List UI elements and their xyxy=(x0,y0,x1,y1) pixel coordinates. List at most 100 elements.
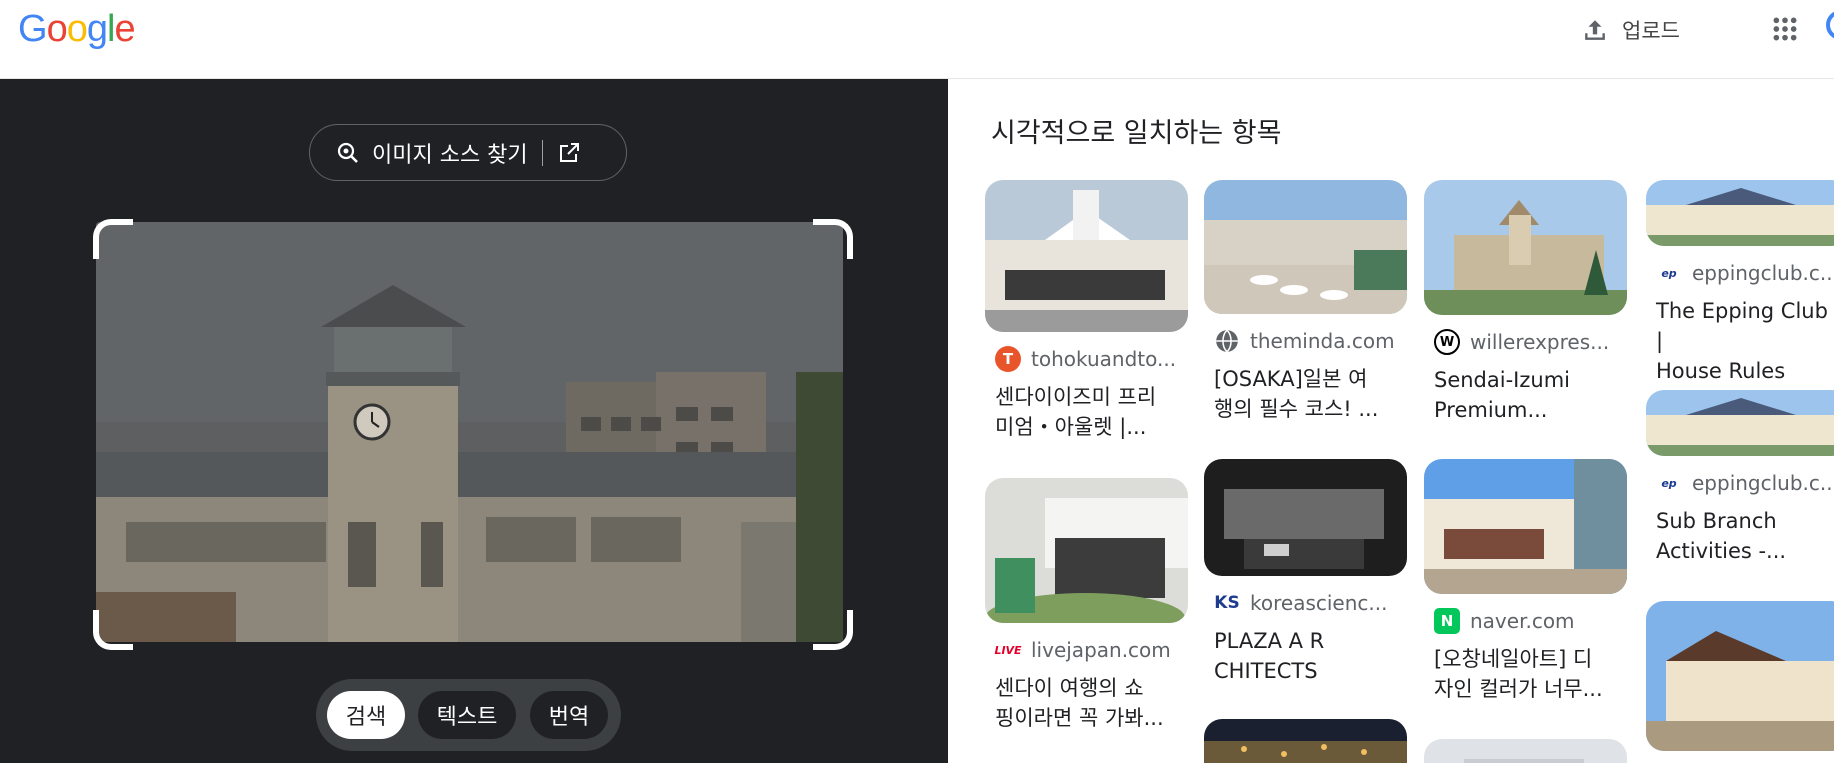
result-title-line: Sub Branch xyxy=(1656,509,1777,533)
result-title-line: PLAZA A R xyxy=(1214,629,1325,653)
result-title-line: 센다이 여행의 쇼 xyxy=(995,676,1144,700)
result-title[interactable]: PLAZA A R CHITECTS xyxy=(1214,626,1397,686)
lens-search-icon xyxy=(337,142,358,163)
lens-image-pane: 이미지 소스 찾기 검색 텍스트 번역 xyxy=(0,79,948,763)
result-title-line: 핑이라면 꼭 가봐... xyxy=(995,706,1164,730)
result-image xyxy=(985,180,1188,332)
result-title[interactable]: [OSAKA]일본 여 행의 필수 코스! ... xyxy=(1214,364,1397,424)
result-title-line: The Epping Club | xyxy=(1656,299,1828,353)
logo-letter: g xyxy=(86,8,108,50)
result-card[interactable]: W willerexpres... Sendai-Izumi Premium..… xyxy=(1424,180,1627,425)
result-card[interactable]: ep eppingclub.c... Sub Branch Activities… xyxy=(1646,390,1834,566)
result-thumbnail[interactable] xyxy=(985,180,1188,332)
result-title-line: 센다이이즈미 프리 xyxy=(995,385,1157,409)
result-title-line: 자인 컬러가 너무... xyxy=(1434,677,1603,701)
result-image xyxy=(1646,390,1834,456)
selected-image-region[interactable] xyxy=(96,222,843,642)
result-source: LIVE livejapan.com xyxy=(994,637,1188,663)
result-source-label: tohokuandto... xyxy=(1031,347,1177,371)
crop-handle-top-left[interactable] xyxy=(93,219,133,259)
result-source-label: eppingclub.c... xyxy=(1692,471,1834,495)
result-image xyxy=(1424,180,1627,315)
naver-favicon-icon: N xyxy=(1434,608,1460,634)
result-title-line: [OSAKA]일본 여 xyxy=(1214,367,1368,391)
results-pane: 시각적으로 일치하는 항목 T tohokuandto... 센다이이즈미 프리… xyxy=(949,79,1834,763)
logo-letter: o xyxy=(66,8,88,50)
result-thumbnail[interactable] xyxy=(1204,459,1407,576)
google-logo[interactable]: Google xyxy=(18,8,136,51)
find-image-source-label: 이미지 소스 찾기 xyxy=(372,142,528,168)
result-card[interactable]: KS koreascienc... PLAZA A R CHITECTS xyxy=(1204,459,1407,686)
mode-search-button[interactable]: 검색 xyxy=(327,691,405,739)
result-title[interactable]: Sub Branch Activities -... xyxy=(1656,506,1834,566)
result-source-label: koreascienc... xyxy=(1250,591,1388,615)
willer-favicon-icon: W xyxy=(1434,329,1460,355)
result-card[interactable]: N naver.com [오창네일아트] 디 자인 컬러가 너무... xyxy=(1424,459,1627,704)
result-thumbnail[interactable] xyxy=(1424,459,1627,594)
result-thumbnail[interactable] xyxy=(1204,180,1407,314)
result-title[interactable]: 센다이 여행의 쇼 핑이라면 꼭 가봐... xyxy=(995,673,1178,733)
result-title[interactable]: [오창네일아트] 디 자인 컬러가 너무... xyxy=(1434,644,1617,704)
crop-handle-top-right[interactable] xyxy=(813,219,853,259)
result-title-line: Sendai-Izumi xyxy=(1434,368,1570,392)
result-thumbnail[interactable] xyxy=(1424,180,1627,315)
find-image-source-button[interactable]: 이미지 소스 찾기 xyxy=(309,124,627,181)
result-title[interactable]: The Epping Club | House Rules xyxy=(1656,296,1834,386)
mode-text-button[interactable]: 텍스트 xyxy=(418,691,516,739)
result-thumbnail[interactable] xyxy=(1424,739,1627,763)
result-image xyxy=(1204,459,1407,576)
globe-icon xyxy=(1216,329,1238,353)
result-title-line: CHITECTS xyxy=(1214,659,1318,683)
open-in-new-icon[interactable] xyxy=(557,141,581,165)
result-card[interactable]: ep eppingclub.c... The Epping Club | Hou… xyxy=(1646,180,1834,386)
epping-favicon-icon: ep xyxy=(1656,470,1682,496)
crop-handle-bottom-left[interactable] xyxy=(93,610,133,650)
livejapan-favicon-icon: LIVE xyxy=(994,637,1022,663)
result-image xyxy=(1424,459,1627,594)
result-title-line: [오창네일아트] 디 xyxy=(1434,647,1593,671)
result-source: W willerexpres... xyxy=(1434,329,1627,355)
logo-letter: o xyxy=(46,8,68,50)
result-thumbnail[interactable] xyxy=(1204,719,1407,763)
result-thumbnail[interactable] xyxy=(1646,601,1834,751)
result-source: N naver.com xyxy=(1434,608,1627,634)
result-thumbnail[interactable] xyxy=(985,478,1188,623)
result-image xyxy=(1204,719,1407,763)
result-card[interactable] xyxy=(1646,601,1834,751)
upload-button[interactable]: 업로드 xyxy=(1582,14,1680,46)
result-title-line: Activities -... xyxy=(1656,539,1787,563)
crop-handle-bottom-right[interactable] xyxy=(813,610,853,650)
lens-mode-switcher: 검색 텍스트 번역 xyxy=(316,679,621,751)
result-card[interactable] xyxy=(1424,739,1627,763)
account-avatar[interactable] xyxy=(1826,10,1834,40)
upload-label: 업로드 xyxy=(1622,19,1680,43)
result-title[interactable]: 센다이이즈미 프리 미엄・아울렛 |... xyxy=(995,382,1178,442)
results-heading: 시각적으로 일치하는 항목 xyxy=(991,118,1282,149)
epping-favicon-icon: ep xyxy=(1656,260,1682,286)
result-source: T tohokuandto... xyxy=(995,346,1188,372)
result-source-label: naver.com xyxy=(1470,609,1575,633)
tohoku-favicon-icon: T xyxy=(995,346,1021,372)
result-card[interactable] xyxy=(1204,719,1407,763)
result-source-label: eppingclub.c... xyxy=(1692,261,1834,285)
result-title[interactable]: Sendai-Izumi Premium... xyxy=(1434,365,1617,425)
result-source: theminda.com xyxy=(1214,328,1407,354)
result-image xyxy=(1646,601,1834,751)
top-bar: Google 업로드 xyxy=(0,0,1834,79)
logo-letter: G xyxy=(18,8,48,50)
result-title-line: House Rules xyxy=(1656,359,1786,383)
apps-grid-icon[interactable] xyxy=(1772,16,1798,42)
result-source: ep eppingclub.c... xyxy=(1656,470,1834,496)
result-thumbnail[interactable] xyxy=(1646,390,1834,456)
result-thumbnail[interactable] xyxy=(1646,180,1834,246)
ks-favicon-icon: KS xyxy=(1214,590,1240,616)
result-source-label: willerexpres... xyxy=(1470,330,1610,354)
divider xyxy=(541,139,543,166)
result-card[interactable]: LIVE livejapan.com 센다이 여행의 쇼 핑이라면 꼭 가봐..… xyxy=(985,478,1188,733)
result-card[interactable]: theminda.com [OSAKA]일본 여 행의 필수 코스! ... xyxy=(1204,180,1407,424)
logo-letter: e xyxy=(114,8,135,50)
result-card[interactable]: T tohokuandto... 센다이이즈미 프리 미엄・아울렛 |... xyxy=(985,180,1188,442)
upload-icon xyxy=(1585,20,1605,40)
mode-translate-button[interactable]: 번역 xyxy=(530,691,608,739)
result-source-label: theminda.com xyxy=(1250,329,1395,353)
